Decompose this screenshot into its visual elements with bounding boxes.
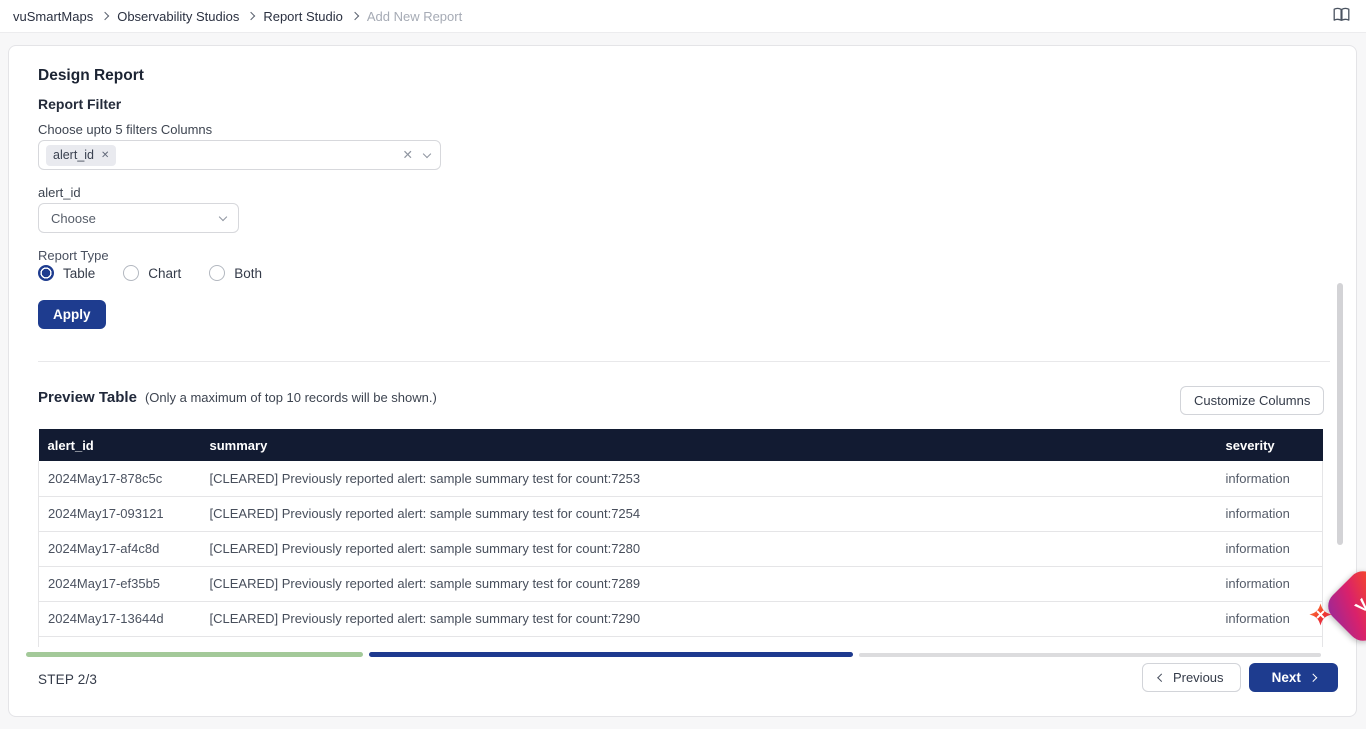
cell-severity: information — [1226, 601, 1323, 636]
apply-button[interactable]: Apply — [38, 300, 106, 329]
preview-title: Preview Table — [38, 389, 137, 406]
breadcrumb-item-add-new-report: Add New Report — [367, 9, 462, 24]
table-row-clipped — [39, 636, 1323, 647]
design-report-card: Design Report Report Filter Choose upto … — [8, 45, 1357, 717]
chevron-right-icon — [247, 12, 255, 20]
cell-severity: information — [1226, 461, 1323, 496]
chevron-right-icon — [351, 12, 359, 20]
breadcrumb-item-observability-studios[interactable]: Observability Studios — [117, 9, 239, 24]
selected-filter-tag: alert_id ✕ — [46, 145, 116, 166]
cell-alert-id: 2024May17-093121 — [39, 496, 210, 531]
radio-unselected-icon[interactable] — [209, 265, 225, 281]
tag-label: alert_id — [53, 148, 94, 162]
select-value: Choose — [51, 211, 96, 226]
radio-both[interactable]: Both — [209, 265, 262, 281]
radio-selected-icon[interactable] — [38, 265, 54, 281]
assistant-logo: V — [1352, 595, 1366, 618]
cell-summary: [CLEARED] Previously reported alert: sam… — [210, 461, 1226, 496]
cell-summary: [CLEARED] Previously reported alert: sam… — [210, 531, 1226, 566]
chevron-right-icon — [1309, 674, 1317, 682]
cell-alert-id: 2024May17-ef35b5 — [39, 566, 210, 601]
column-header-summary[interactable]: summary — [210, 429, 1226, 461]
previous-button[interactable]: Previous — [1142, 663, 1241, 692]
filter-columns-label: Choose upto 5 filters Columns — [38, 122, 212, 137]
step-indicator: STEP 2/3 — [38, 672, 97, 687]
top-bar: vuSmartMaps Observability Studios Report… — [0, 0, 1366, 33]
chevron-right-icon — [101, 12, 109, 20]
cell-summary: [CLEARED] Previously reported alert: sam… — [210, 601, 1226, 636]
horizontal-scrollbar-thumb[interactable] — [369, 652, 853, 657]
remove-tag-icon[interactable]: ✕ — [101, 150, 109, 161]
cell-alert-id: 2024May17-878c5c — [39, 461, 210, 496]
alert-id-select[interactable]: Choose — [38, 203, 239, 233]
table-row[interactable]: 2024May17-af4c8d [CLEARED] Previously re… — [39, 531, 1323, 566]
cell-alert-id: 2024May17-af4c8d — [39, 531, 210, 566]
chevron-down-icon[interactable] — [423, 149, 431, 157]
next-label: Next — [1272, 670, 1301, 685]
breadcrumb: vuSmartMaps Observability Studios Report… — [13, 9, 462, 24]
table-row[interactable]: 2024May17-093121 [CLEARED] Previously re… — [39, 496, 1323, 531]
step-progress-bar — [26, 652, 363, 657]
table-row[interactable]: 2024May17-13644d [CLEARED] Previously re… — [39, 601, 1323, 636]
report-type-radio-group: Table Chart Both — [38, 265, 262, 281]
preview-note: (Only a maximum of top 10 records will b… — [145, 390, 437, 405]
filter-columns-multiselect[interactable]: alert_id ✕ ✕ — [38, 140, 441, 170]
chevron-down-icon — [219, 212, 227, 220]
table-header-row: alert_id summary severity — [39, 429, 1323, 461]
breadcrumb-item-report-studio[interactable]: Report Studio — [263, 9, 343, 24]
column-header-severity[interactable]: severity — [1226, 429, 1323, 461]
next-button[interactable]: Next — [1249, 663, 1338, 692]
page: vuSmartMaps Observability Studios Report… — [0, 0, 1366, 729]
previous-label: Previous — [1173, 670, 1224, 685]
column-header-alert-id[interactable]: alert_id — [39, 429, 210, 461]
docs-button[interactable] — [1331, 5, 1352, 27]
cell-summary: [CLEARED] Previously reported alert: sam… — [210, 496, 1226, 531]
radio-chart[interactable]: Chart — [123, 265, 181, 281]
preview-table: alert_id summary severity 2024May17-878c… — [38, 429, 1323, 647]
section-divider — [38, 361, 1330, 362]
cell-severity: information — [1226, 496, 1323, 531]
vertical-scrollbar-thumb[interactable] — [1337, 283, 1343, 545]
breadcrumb-item-vusmartmaps[interactable]: vuSmartMaps — [13, 9, 93, 24]
radio-table[interactable]: Table — [38, 265, 95, 281]
horizontal-scrollbar-track[interactable] — [859, 653, 1321, 657]
cell-alert-id: 2024May17-13644d — [39, 601, 210, 636]
page-title: Design Report — [38, 67, 144, 85]
table-row[interactable]: 2024May17-ef35b5 [CLEARED] Previously re… — [39, 566, 1323, 601]
customize-columns-button[interactable]: Customize Columns — [1180, 386, 1324, 415]
radio-unselected-icon[interactable] — [123, 265, 139, 281]
book-icon — [1333, 7, 1350, 22]
cell-severity: information — [1226, 566, 1323, 601]
report-filter-heading: Report Filter — [38, 96, 121, 112]
preview-table-heading: Preview Table (Only a maximum of top 10 … — [38, 389, 437, 406]
table-row[interactable]: 2024May17-878c5c [CLEARED] Previously re… — [39, 461, 1323, 496]
alert-id-field-label: alert_id — [38, 185, 81, 200]
cell-summary: [CLEARED] Previously reported alert: sam… — [210, 566, 1226, 601]
close-sparkle-icon[interactable] — [1309, 603, 1332, 626]
horizontal-scrollbar — [26, 652, 1321, 658]
report-type-label: Report Type — [38, 248, 109, 263]
cell-severity: information — [1226, 531, 1323, 566]
chevron-left-icon — [1158, 674, 1166, 682]
clear-selection-icon[interactable]: ✕ — [403, 149, 413, 162]
